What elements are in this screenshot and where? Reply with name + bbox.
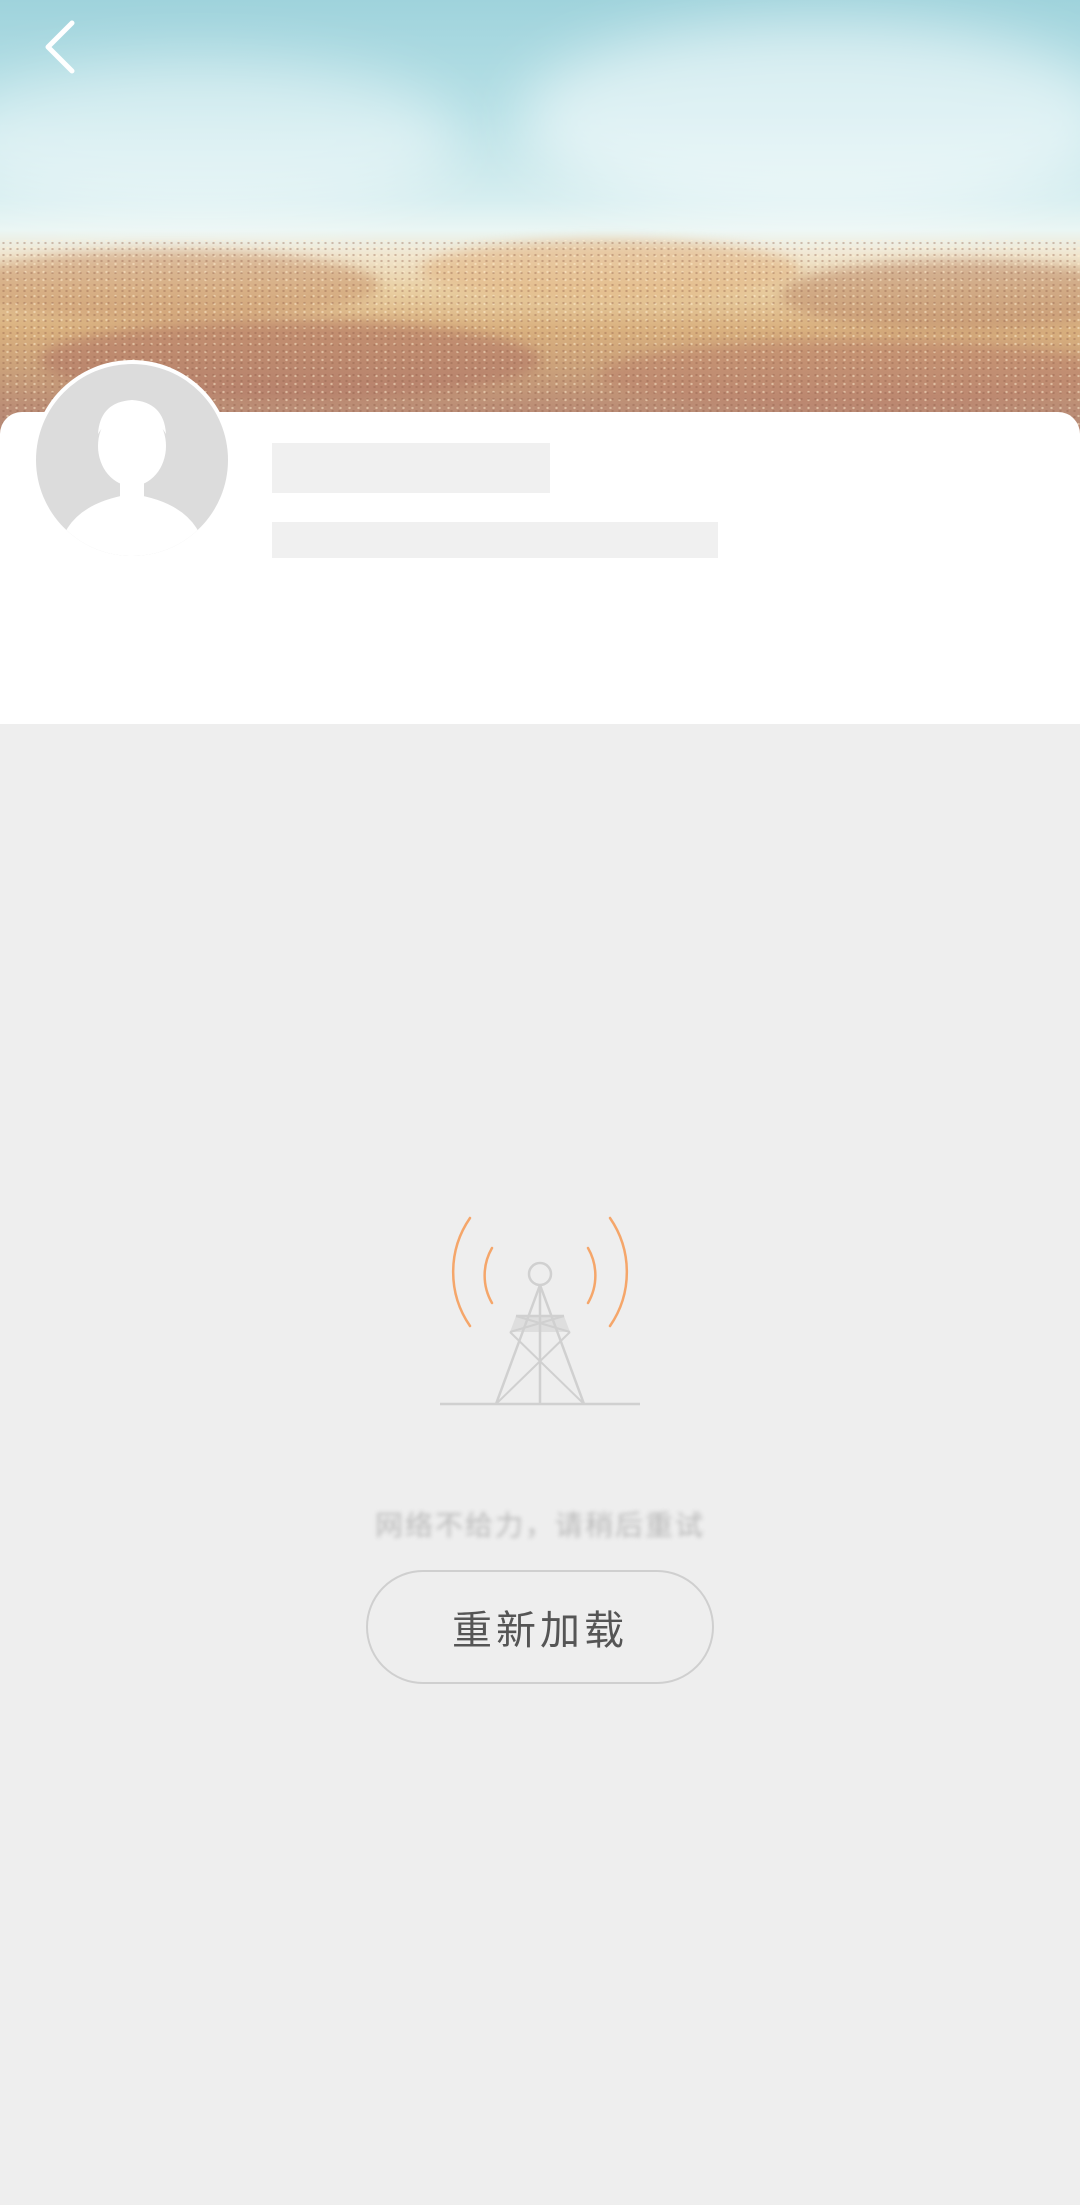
back-button[interactable] — [30, 14, 90, 80]
reload-button[interactable]: 重新加载 — [366, 1570, 714, 1684]
signal-tower-icon — [440, 1216, 640, 1406]
chevron-left-icon — [45, 20, 75, 74]
default-avatar-icon — [58, 400, 206, 556]
profile-bio-placeholder — [272, 522, 718, 558]
avatar[interactable] — [32, 360, 232, 560]
error-message: 网络不给力，请稍后重试 — [374, 1509, 705, 1542]
profile-name-placeholder — [272, 443, 550, 493]
network-error-state: 网络不给力，请稍后重试 重新加载 — [0, 724, 1080, 2205]
